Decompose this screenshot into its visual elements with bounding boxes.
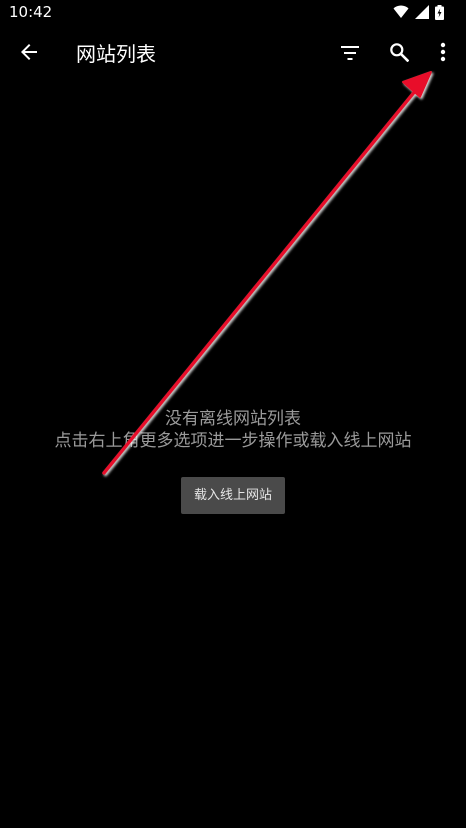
status-bar: 10:42 <box>0 0 466 24</box>
empty-hint: 点击右上角更多选项进一步操作或载入线上网站 <box>54 431 412 451</box>
filter-icon <box>340 45 360 64</box>
status-time: 10:42 <box>9 3 53 21</box>
status-icons <box>393 4 444 20</box>
search-button[interactable] <box>379 34 419 74</box>
battery-charging-icon <box>435 4 444 20</box>
wifi-icon <box>393 5 409 19</box>
more-vert-icon <box>440 42 446 66</box>
empty-title: 没有离线网站列表 <box>165 409 301 429</box>
empty-state: 没有离线网站列表 点击右上角更多选项进一步操作或载入线上网站 <box>0 408 466 452</box>
app-bar: 网站列表 <box>0 24 466 84</box>
page-title: 网站列表 <box>76 42 156 66</box>
arrow-back-icon <box>19 42 39 66</box>
more-options-button[interactable] <box>423 34 463 74</box>
cellular-signal-icon <box>415 5 429 19</box>
back-button[interactable] <box>9 34 49 74</box>
load-online-sites-button[interactable]: 载入线上网站 <box>181 477 285 514</box>
filter-button[interactable] <box>330 34 370 74</box>
search-icon <box>389 42 410 66</box>
